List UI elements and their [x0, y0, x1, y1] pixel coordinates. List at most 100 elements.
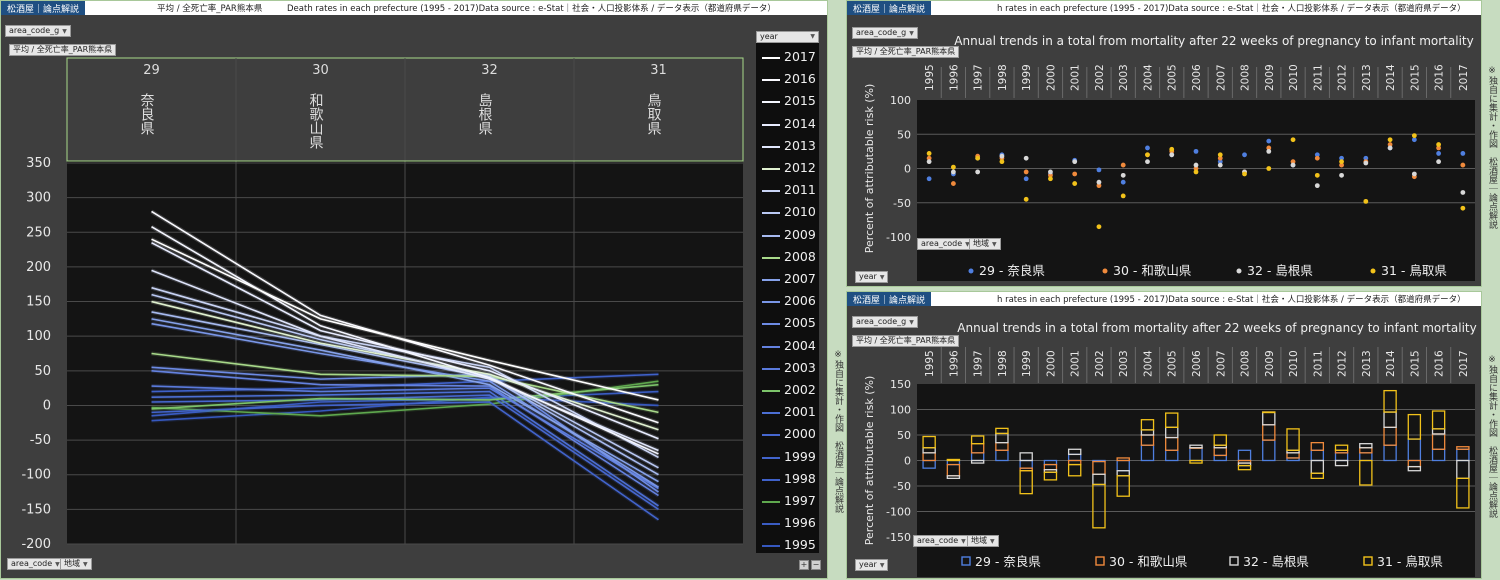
rt-chiiki-pill[interactable]: 地域 ▼ [969, 238, 1001, 250]
x-tick-label: 2002 [1094, 64, 1106, 91]
legend-item[interactable]: 2003 [760, 358, 818, 378]
x-tick-group: 2008 [1240, 350, 1252, 377]
legend-label: 1995 [784, 537, 816, 553]
x-tick-label: 2008 [1240, 64, 1252, 91]
legend-item[interactable]: 2014 [760, 114, 818, 134]
legend-marker [1102, 268, 1108, 274]
x-tick-label: 1997 [973, 350, 985, 377]
x-tick-label: 2011 [1312, 64, 1324, 91]
scatter-point [1217, 162, 1223, 168]
stacked-bar-segment [1262, 411, 1276, 414]
x-tick-group: 1995 [924, 350, 936, 377]
legend-label: 1997 [784, 493, 816, 508]
legend-item[interactable]: 2001 [760, 402, 818, 422]
right-top-panel: 松酒屋｜論点解説 h rates in each prefecture (199… [846, 0, 1482, 287]
chiiki-pill[interactable]: 地域 ▼ [60, 558, 92, 570]
x-tick-label: 1998 [997, 350, 1009, 377]
scatter-point [926, 159, 932, 165]
legend-item[interactable]: 1996 [760, 513, 818, 533]
scatter-point [1169, 152, 1175, 158]
rb-year-button[interactable]: year ▼ [855, 559, 889, 571]
rb-chiiki-pill[interactable]: 地域 ▼ [967, 535, 999, 547]
left-panel: 松酒屋｜論点解説 平均 / 全死亡率_PAR熊本県 Death rates in… [0, 0, 828, 579]
y-tick-label: 100 [26, 329, 51, 344]
scatter-point [1096, 224, 1102, 230]
y-tick-label: 250 [26, 225, 51, 240]
scatter-point [1217, 152, 1223, 158]
scatter-point [1411, 171, 1417, 177]
legend-label: 2010 [784, 204, 816, 220]
legend-item[interactable]: 2007 [760, 269, 818, 289]
y-tick-label: -50 [893, 480, 911, 493]
right-bottom-panel: 松酒屋｜論点解説 h rates in each prefecture (199… [846, 291, 1482, 579]
x-tick-label: 2009 [1264, 350, 1276, 377]
zoom-in-button[interactable]: + [799, 560, 809, 570]
dropdown-icon: ▼ [961, 538, 966, 545]
y-tick-label: -50 [30, 433, 51, 448]
x-tick-group: 2015 [1409, 64, 1421, 91]
legend-label: 2012 [784, 160, 816, 175]
rt-year-button[interactable]: year ▼ [855, 271, 889, 283]
legend-item[interactable]: 1999 [760, 447, 818, 467]
x-tick-group: 1999 [1021, 350, 1033, 377]
x-tick-label: 2001 [1070, 64, 1082, 91]
x-tick-label: 2006 [1191, 64, 1203, 91]
x-tick-label: 2013 [1361, 64, 1373, 91]
legend-item[interactable]: 2006 [760, 291, 818, 311]
legend-item[interactable]: 2002 [760, 380, 818, 400]
legend-item[interactable]: 2011 [760, 180, 818, 200]
x-tick-group: 2014 [1385, 350, 1397, 377]
x-tick-label: 2004 [1142, 64, 1154, 91]
legend-item[interactable]: 1998 [760, 469, 818, 489]
dropdown-icon: ▼ [83, 561, 88, 568]
scatter-point [1120, 162, 1126, 168]
x-tick-group: 1996 [948, 350, 960, 377]
y-tick-label: 150 [890, 378, 911, 391]
x-tick-group: 2017 [1458, 350, 1470, 377]
chiiki-label: 地域 [971, 536, 987, 545]
x-tick-label: 2014 [1385, 64, 1397, 91]
x-tick-label: 2003 [1118, 64, 1130, 91]
legend-item[interactable]: 2008 [760, 247, 818, 267]
scatter-point [1023, 169, 1029, 175]
legend-item[interactable]: 2005 [760, 313, 818, 333]
y-tick-label: 0 [904, 455, 911, 468]
scatter-point [1290, 162, 1296, 168]
legend-item[interactable]: 2004 [760, 336, 818, 356]
legend-label: 32 - 島根県 [1243, 554, 1309, 569]
legend-item[interactable]: 2000 [760, 424, 818, 444]
y-tick-label: -50 [893, 197, 911, 210]
x-tick-group: 2003 [1118, 350, 1130, 377]
column-code-label: 29 [143, 63, 160, 78]
legend-item[interactable]: 2009 [760, 225, 818, 245]
legend-label: 1999 [784, 448, 816, 464]
rt-area-code-pill[interactable]: area_code ▼ [917, 238, 974, 250]
x-tick-label: 2011 [1312, 350, 1324, 377]
x-tick-label: 2014 [1385, 350, 1397, 377]
legend-label: 31 - 鳥取県 [1381, 263, 1447, 278]
legend-item[interactable]: 1997 [760, 491, 818, 511]
area-code-pill[interactable]: area_code ▼ [7, 558, 64, 570]
legend-label: 31 - 鳥取県 [1377, 554, 1443, 569]
legend-item[interactable]: 2017 [760, 47, 818, 67]
legend-swatch [762, 456, 780, 459]
legend-item[interactable]: 2015 [760, 91, 818, 111]
legend-label: 2001 [784, 404, 816, 420]
legend-swatch [762, 234, 780, 237]
rb-area-code-pill[interactable]: area_code ▼ [913, 535, 970, 547]
legend-swatch [762, 301, 780, 304]
legend-item[interactable]: 2010 [760, 202, 818, 222]
legend-item[interactable]: 2013 [760, 136, 818, 156]
scatter-point [1120, 172, 1126, 178]
year-legend-header[interactable]: year ▼ [756, 31, 819, 43]
x-tick-label: 1998 [997, 64, 1009, 91]
legend-item[interactable]: 2012 [760, 158, 818, 178]
legend-item[interactable]: 2016 [760, 69, 818, 89]
x-tick-group: 1997 [973, 64, 985, 91]
x-tick-label: 2005 [1167, 350, 1179, 377]
zoom-out-button[interactable]: − [811, 560, 821, 570]
scatter-point [1411, 137, 1417, 143]
x-tick-group: 2004 [1142, 350, 1154, 377]
legend-item[interactable]: 1995 [760, 535, 818, 555]
column-code-label: 32 [481, 63, 498, 78]
